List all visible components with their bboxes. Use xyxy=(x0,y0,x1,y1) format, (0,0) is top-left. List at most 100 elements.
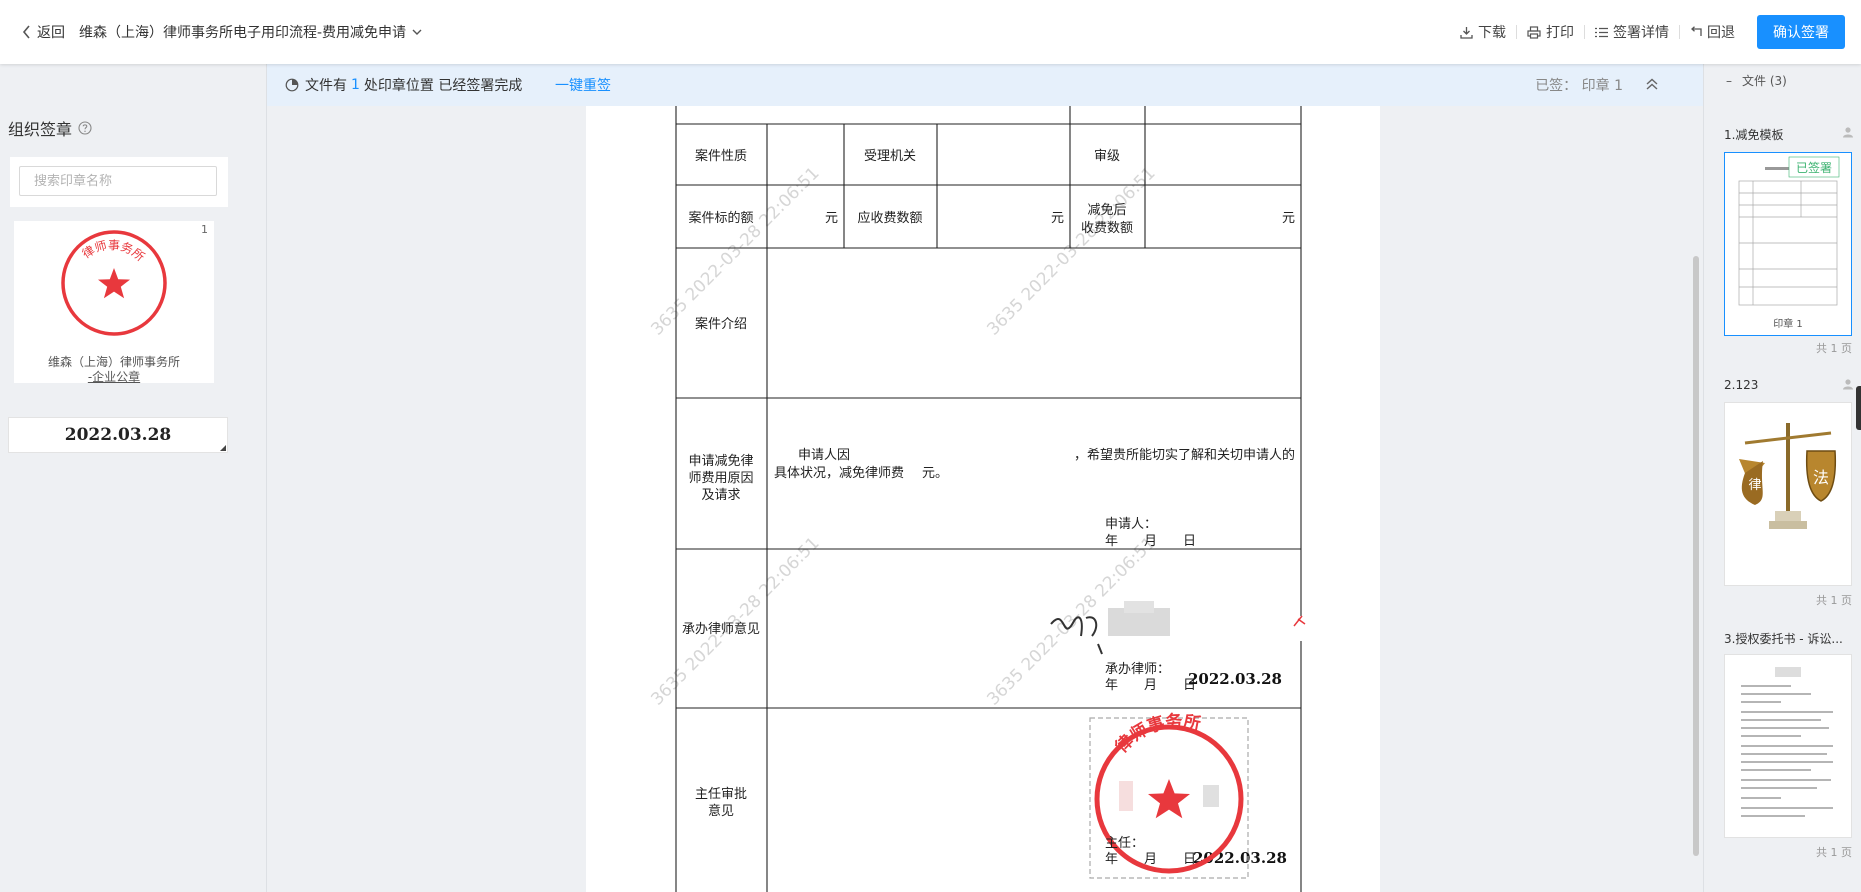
lawyer-date-line: 年 月 日 xyxy=(1105,678,1196,693)
watermark: 3635 2022-03-28 22:06:51 xyxy=(983,163,1159,339)
unit-yuan: 元 xyxy=(825,211,838,226)
notification-count: 1 xyxy=(351,77,360,93)
sign-detail-button[interactable]: 签署详情 xyxy=(1585,22,1679,42)
help-icon[interactable] xyxy=(78,121,92,135)
label-case-intro: 案件介绍 xyxy=(695,317,747,332)
label-case-nature: 案件性质 xyxy=(695,149,747,164)
printer-icon xyxy=(1527,25,1541,39)
signed-status: 已签： 印章 1 xyxy=(1535,78,1623,94)
label-reason-line3: 及请求 xyxy=(701,488,740,503)
applicant-label: 申请人： xyxy=(1105,517,1157,532)
label-director-line1: 主任审批 xyxy=(695,787,747,802)
company-seal-image: 律师事务所 xyxy=(61,230,167,336)
list-icon xyxy=(1595,27,1608,37)
seal-panel-title: 组织签章 xyxy=(8,116,92,140)
power-of-attorney-thumbnail-preview xyxy=(1741,667,1833,817)
reason-text-1: 申请人因 xyxy=(798,448,850,463)
seal-search-wrapper xyxy=(10,157,228,207)
user-icon xyxy=(1843,127,1853,138)
print-button[interactable]: 打印 xyxy=(1517,22,1584,42)
svg-text:律: 律 xyxy=(1748,478,1761,493)
sign-detail-label: 签署详情 xyxy=(1613,25,1669,41)
chevron-down-icon xyxy=(412,29,422,35)
file-name: 2.123 xyxy=(1724,378,1759,392)
flow-title: 维森（上海）律师事务所电子用印流程-费用减免申请 xyxy=(79,25,407,41)
file-list-title: 文件 (3) xyxy=(1742,74,1787,88)
seal-card[interactable]: 1 律师事务所 维森（上海）律师事务所 -企业公章 xyxy=(14,221,214,385)
back-label: 返回 xyxy=(37,25,65,41)
seal-name: 维森（上海）律师事务所 -企业公章 xyxy=(14,355,214,385)
file-thumbnail[interactable] xyxy=(1724,654,1852,838)
document-page: 3635 2022-03-28 22:06:51 3635 2022-03-28… xyxy=(586,106,1380,892)
pie-progress-icon xyxy=(285,78,299,92)
resize-handle[interactable] xyxy=(220,445,226,451)
label-reduced-fee-line2: 收费数额 xyxy=(1081,221,1133,236)
fee-reduction-form: 3635 2022-03-28 22:06:51 3635 2022-03-28… xyxy=(647,106,1306,892)
label-reason-line1: 申请减免律 xyxy=(688,454,753,469)
file-list-panel: – 文件 (3) 1.减免模板 已签署 印章 1 共 1 页 2.123 律 法… xyxy=(1703,64,1861,892)
label-accepting-agency: 受理机关 xyxy=(864,149,916,164)
unit-yuan: 元 xyxy=(1051,211,1064,226)
file-thumbnail[interactable]: 已签署 印章 1 xyxy=(1724,152,1852,336)
notification-prefix: 文件有 xyxy=(305,78,347,94)
seal-name-line1: 维森（上海）律师事务所 xyxy=(47,355,180,369)
seal-arc-text: 律师事务所 xyxy=(80,238,148,264)
label-reduced-fee-line1: 减免后 xyxy=(1087,203,1126,218)
undo-icon xyxy=(1691,26,1702,36)
label-director-line2: 意见 xyxy=(708,803,734,819)
unit-yuan: 元 xyxy=(1282,211,1295,226)
lawyer-date-stamp: 2022.03.28 xyxy=(1188,670,1282,688)
page-count: 共 1 页 xyxy=(1816,342,1852,355)
seal-panel-title-text: 组织签章 xyxy=(8,120,73,139)
vertical-scrollbar[interactable] xyxy=(1693,256,1699,856)
label-reason-line2: 师费用原因 xyxy=(688,471,753,486)
label-receivable-fee: 应收费数额 xyxy=(857,210,922,226)
undo-button[interactable]: 回退 xyxy=(1680,22,1745,42)
label-case-amount: 案件标的额 xyxy=(688,210,753,226)
file-thumbnail[interactable]: 律 法 xyxy=(1724,402,1852,586)
date-stamp[interactable]: 2022.03.28 xyxy=(8,417,228,453)
notification-suffix: 处印章位置 已经签署完成 xyxy=(363,78,523,94)
file-name: 3.授权委托书 - 诉讼... xyxy=(1724,632,1843,646)
document-thumbnail-preview: 已签署 印章 1 xyxy=(1738,156,1840,330)
download-label: 下载 xyxy=(1478,25,1506,41)
date-stamp-text: 2022.03.28 xyxy=(64,425,172,445)
undo-label: 回退 xyxy=(1707,25,1735,41)
svg-text:法: 法 xyxy=(1813,468,1829,487)
signed-badge: 已签署 xyxy=(1796,160,1832,175)
chevron-left-icon xyxy=(22,25,30,39)
seal-search-input[interactable] xyxy=(19,166,217,196)
director-label: 主任： xyxy=(1105,836,1144,851)
download-button[interactable]: 下载 xyxy=(1450,22,1516,42)
applicant-date-line: 年 月 日 xyxy=(1105,534,1196,549)
sign-notification-bar: 文件有 1 处印章位置 已经签署完成 一键重签 已签： 印章 1 xyxy=(267,64,1703,106)
seal-count-badge: 1 xyxy=(201,223,208,236)
confirm-sign-button[interactable]: 确认签署 xyxy=(1757,15,1845,49)
collapse-up-icon[interactable] xyxy=(1645,77,1659,91)
seal-panel: 组织签章 1 律师事务所 维森（上海）律师事务所 -企业公章 2022.03.2… xyxy=(0,64,267,892)
reason-text-2: ，希望贵所能切实了解和关切申请人的 xyxy=(1074,447,1295,463)
svg-text:律师事务所: 律师事务所 xyxy=(80,238,148,264)
back-button[interactable]: 返回 xyxy=(22,22,65,42)
lawyer-label: 承办律师： xyxy=(1105,662,1170,677)
director-date-line: 年 月 日 xyxy=(1105,852,1196,867)
label-trial-level: 审级 xyxy=(1094,149,1120,164)
label-lawyer-opinion: 承办律师意见 xyxy=(682,621,760,637)
file-name: 1.减免模板 xyxy=(1724,128,1784,142)
scales-of-justice-image: 律 法 xyxy=(1739,423,1837,529)
reason-text-3: 具体状况，减免律师费 xyxy=(774,466,904,481)
thumbnail-caption: 印章 1 xyxy=(1773,317,1803,330)
resign-all-link[interactable]: 一键重签 xyxy=(555,64,611,106)
flow-title-dropdown[interactable]: 维森（上海）律师事务所电子用印流程-费用减免申请 xyxy=(79,22,422,42)
reason-text-4: 元。 xyxy=(922,466,948,481)
print-label: 打印 xyxy=(1546,25,1574,41)
download-icon xyxy=(1460,26,1473,39)
user-icon xyxy=(1843,379,1853,390)
panel-edge-handle[interactable] xyxy=(1856,386,1861,430)
top-bar: 返回 维森（上海）律师事务所电子用印流程-费用减免申请 下载 打印 签署详情 回… xyxy=(0,0,1861,64)
page-count: 共 1 页 xyxy=(1816,846,1852,859)
document-viewer: 3635 2022-03-28 22:06:51 3635 2022-03-28… xyxy=(267,106,1703,892)
page-count: 共 1 页 xyxy=(1816,594,1852,607)
sign-notification-message: 文件有 1 处印章位置 已经签署完成 xyxy=(285,64,522,106)
file-list-header[interactable]: – 文件 (3) xyxy=(1726,72,1787,89)
